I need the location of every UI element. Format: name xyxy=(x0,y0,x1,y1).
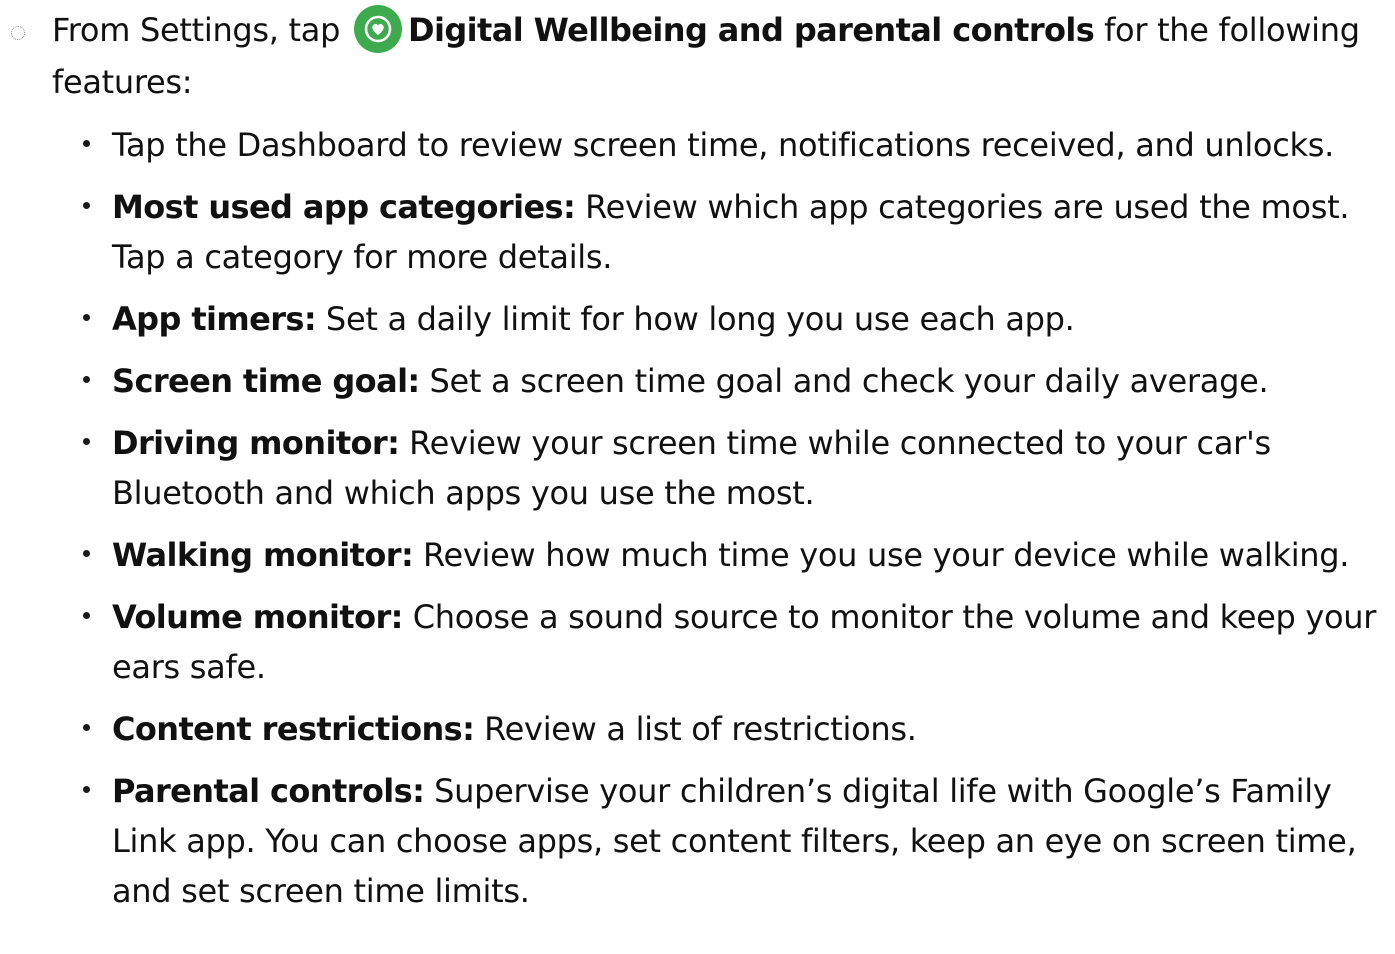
bullet-icon xyxy=(83,202,90,209)
intro-prefix: From Settings, tap xyxy=(52,11,350,49)
feature-label: Screen time goal: xyxy=(112,362,420,400)
intro-paragraph: From Settings, tap Digital Wellbeing and… xyxy=(0,4,1395,108)
bullet-icon xyxy=(83,314,90,321)
bullet-icon xyxy=(83,438,90,445)
bullet-icon xyxy=(83,550,90,557)
bullet-icon xyxy=(83,140,90,147)
feature-label: Content restrictions: xyxy=(112,710,475,748)
feature-label: Parental controls: xyxy=(112,772,425,810)
digital-wellbeing-heart-icon xyxy=(354,5,402,53)
feature-label: Volume monitor: xyxy=(112,598,403,636)
list-item-app-timers: App timers: Set a daily limit for how lo… xyxy=(83,294,1381,344)
intro-text: From Settings, tap Digital Wellbeing and… xyxy=(52,4,1377,108)
bullet-icon xyxy=(83,376,90,383)
features-list: Tap the Dashboard to review screen time,… xyxy=(0,120,1395,928)
feature-label: Most used app categories: xyxy=(112,188,576,226)
feature-text: Review a list of restrictions. xyxy=(474,710,917,748)
app-name: Digital Wellbeing and parental controls xyxy=(408,11,1095,49)
dotted-circle-bullet-icon xyxy=(11,26,25,40)
feature-text: Set a screen time goal and check your da… xyxy=(419,362,1269,400)
list-item-walking-monitor: Walking monitor: Review how much time yo… xyxy=(83,530,1381,580)
feature-label: App timers: xyxy=(112,300,317,338)
list-item-driving-monitor: Driving monitor: Review your screen time… xyxy=(83,418,1381,518)
list-item-screen-time-goal: Screen time goal: Set a screen time goal… xyxy=(83,356,1381,406)
feature-text: Set a daily limit for how long you use e… xyxy=(316,300,1075,338)
feature-text: Review how much time you use your device… xyxy=(413,536,1350,574)
feature-text: Tap the Dashboard to review screen time,… xyxy=(112,126,1334,164)
list-item-most-used-app-categories: Most used app categories: Review which a… xyxy=(83,182,1381,282)
feature-label: Walking monitor: xyxy=(112,536,414,574)
bullet-icon xyxy=(83,724,90,731)
list-item-dashboard: Tap the Dashboard to review screen time,… xyxy=(83,120,1381,170)
bullet-icon xyxy=(83,612,90,619)
feature-label: Driving monitor: xyxy=(112,424,400,462)
bullet-icon xyxy=(83,786,90,793)
list-item-content-restrictions: Content restrictions: Review a list of r… xyxy=(83,704,1381,754)
list-item-volume-monitor: Volume monitor: Choose a sound source to… xyxy=(83,592,1381,692)
list-item-parental-controls: Parental controls: Supervise your childr… xyxy=(83,766,1381,916)
